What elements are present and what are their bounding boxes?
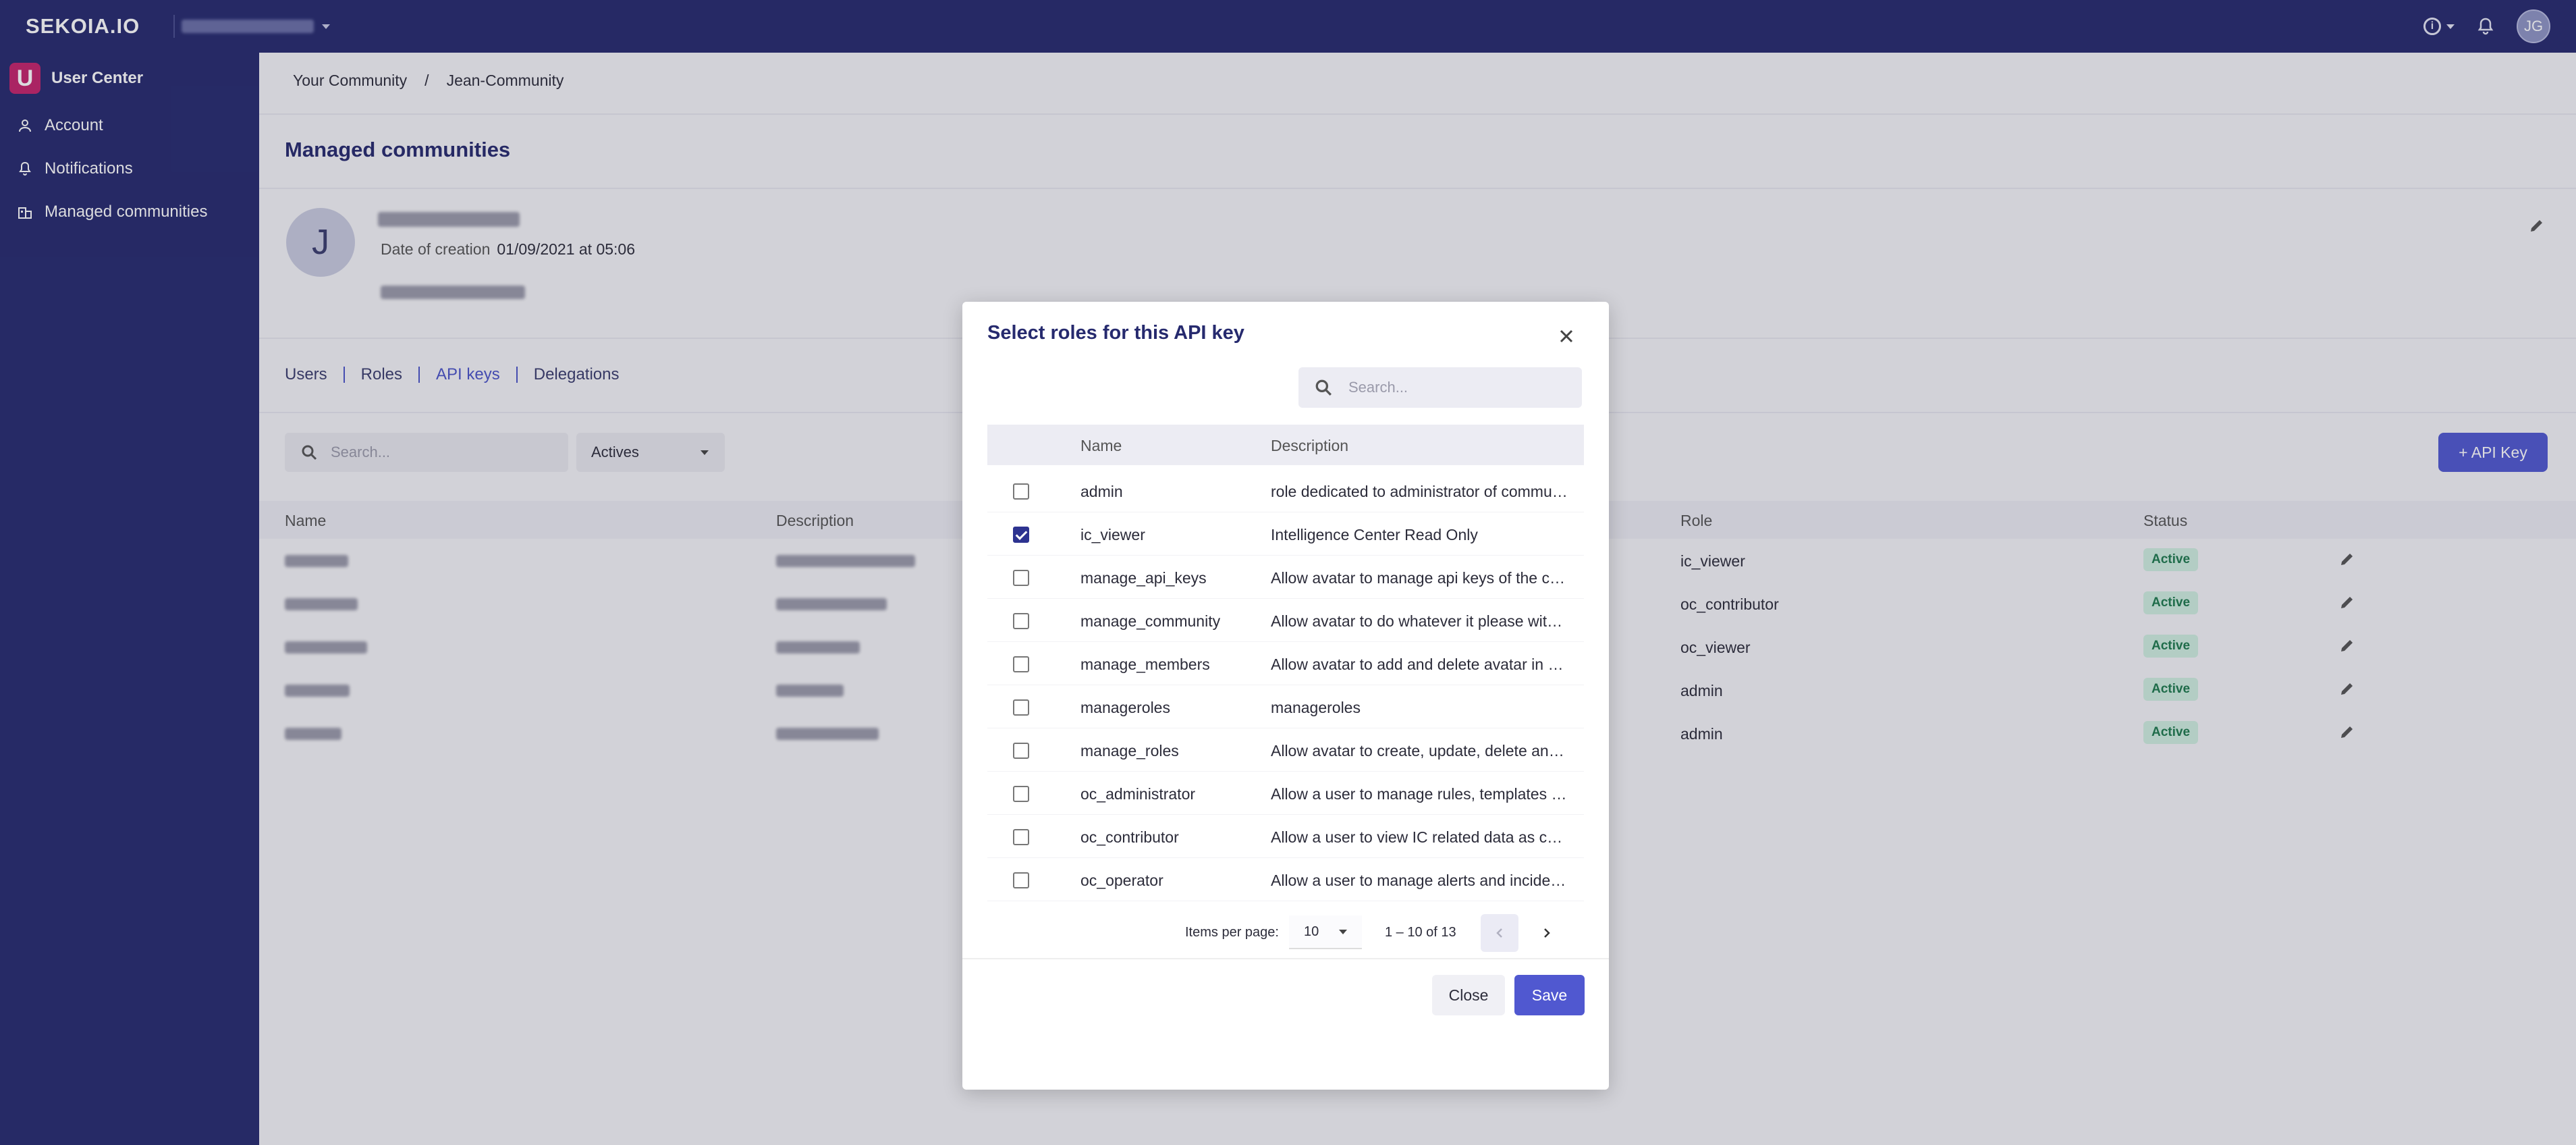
search-placeholder: Search... — [1348, 379, 1408, 396]
role-name: manage_members — [1080, 656, 1210, 673]
role-row[interactable]: manage_api_keys Allow avatar to manage a… — [987, 556, 1584, 599]
role-row[interactable]: manage_roles Allow avatar to create, upd… — [987, 728, 1584, 772]
page-range: 1 – 10 of 13 — [1385, 925, 1456, 940]
next-page-button[interactable] — [1528, 914, 1566, 952]
role-name: manage_roles — [1080, 742, 1179, 760]
role-checkbox[interactable] — [1013, 570, 1029, 586]
search-icon — [1315, 379, 1332, 396]
chevron-left-icon — [1496, 928, 1502, 938]
role-row[interactable]: oc_operator Allow a user to manage alert… — [987, 858, 1584, 901]
previous-page-button[interactable] — [1481, 914, 1518, 952]
items-per-page-label: Items per page: — [1185, 925, 1279, 940]
role-name: manageroles — [1080, 699, 1170, 716]
page-size-select[interactable]: 10 — [1289, 915, 1362, 949]
role-checkbox[interactable] — [1013, 786, 1029, 802]
roles-table-header: Name Description — [987, 425, 1584, 465]
role-name: ic_viewer — [1080, 526, 1145, 543]
role-description: Allow avatar to create, update, delete a… — [1271, 742, 1568, 760]
page-size-value: 10 — [1304, 924, 1319, 939]
role-checkbox[interactable] — [1013, 527, 1029, 543]
role-name: manage_api_keys — [1080, 569, 1207, 587]
role-name: oc_administrator — [1080, 785, 1196, 803]
close-button[interactable]: Close — [1432, 975, 1505, 1015]
paginator: Items per page: 10 1 – 10 of 13 — [962, 913, 1609, 952]
role-name: oc_contributor — [1080, 828, 1179, 846]
role-row[interactable]: manage_members Allow avatar to add and d… — [987, 642, 1584, 685]
role-row[interactable]: manage_community Allow avatar to do what… — [987, 599, 1584, 642]
column-header-description: Description — [1271, 437, 1349, 454]
role-checkbox[interactable] — [1013, 483, 1029, 500]
role-description: Allow avatar to add and delete avatar in… — [1271, 656, 1568, 673]
role-checkbox[interactable] — [1013, 872, 1029, 888]
column-header-name: Name — [1080, 437, 1122, 454]
close-icon[interactable] — [1559, 329, 1574, 344]
role-description: Allow avatar to manage api keys of the c… — [1271, 569, 1568, 587]
dialog-title: Select roles for this API key — [987, 322, 1244, 344]
chevron-down-icon — [1339, 929, 1347, 934]
role-description: manageroles — [1271, 699, 1361, 716]
role-description: Allow avatar to do whatever it please wi… — [1271, 612, 1568, 630]
role-row[interactable]: oc_contributor Allow a user to view IC r… — [987, 815, 1584, 858]
role-row[interactable]: oc_administrator Allow a user to manage … — [987, 772, 1584, 815]
role-description: Allow a user to manage rules, templates … — [1271, 785, 1568, 803]
role-checkbox[interactable] — [1013, 656, 1029, 672]
role-row[interactable]: ic_viewer Intelligence Center Read Only — [987, 512, 1584, 556]
role-row[interactable]: admin role dedicated to administrator of… — [987, 469, 1584, 512]
role-description: role dedicated to administrator of commu… — [1271, 483, 1568, 500]
role-checkbox[interactable] — [1013, 613, 1029, 629]
role-checkbox[interactable] — [1013, 829, 1029, 845]
save-button[interactable]: Save — [1514, 975, 1585, 1015]
role-description: Allow a user to manage alerts and incide… — [1271, 872, 1568, 889]
role-name: oc_operator — [1080, 872, 1163, 889]
role-search-input[interactable]: Search... — [1298, 367, 1582, 408]
role-description: Allow a user to view IC related data as … — [1271, 828, 1568, 846]
role-row[interactable]: manageroles manageroles — [987, 685, 1584, 728]
role-name: manage_community — [1080, 612, 1221, 630]
role-name: admin — [1080, 483, 1123, 500]
role-checkbox[interactable] — [1013, 743, 1029, 759]
chevron-right-icon — [1544, 928, 1550, 938]
role-checkbox[interactable] — [1013, 699, 1029, 716]
role-description: Intelligence Center Read Only — [1271, 526, 1478, 543]
dialog-divider — [962, 958, 1609, 959]
select-roles-dialog: Select roles for this API key Search... … — [962, 302, 1609, 1090]
